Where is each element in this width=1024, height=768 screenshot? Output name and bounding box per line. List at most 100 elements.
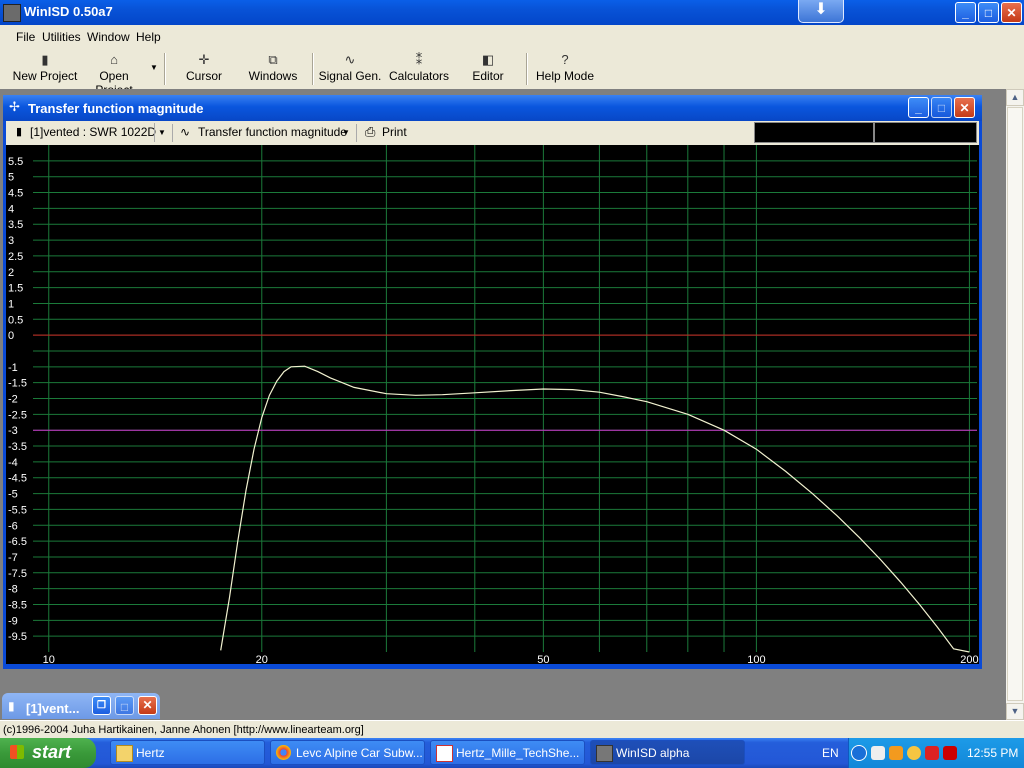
menu-bar: File Utilities Window Help (0, 25, 1024, 49)
tray-app-icon[interactable] (889, 746, 903, 760)
taskbar-item-label: WinISD alpha (616, 746, 690, 760)
minimize-button[interactable]: _ (955, 2, 976, 23)
child-maximize-button[interactable]: □ (931, 97, 952, 118)
y-tick-label: -5 (8, 489, 18, 501)
y-tick-label: -9.5 (8, 631, 27, 643)
graph-type-dropdown-icon[interactable]: ▼ (339, 123, 353, 142)
app-icon[interactable] (3, 4, 21, 22)
y-tick-label: 2.5 (8, 251, 23, 263)
menu-file[interactable]: File (16, 30, 35, 44)
start-button[interactable]: start (0, 738, 96, 768)
folder-icon (116, 745, 133, 762)
language-indicator[interactable]: EN (822, 746, 839, 760)
transfer-function-window[interactable]: ✢ Transfer function magnitude _ □ ✕ ▮ [1… (3, 95, 982, 669)
y-tick-label: -1.5 (8, 378, 27, 390)
cursor-button[interactable]: ✛ Cursor (178, 49, 230, 89)
child-close-button[interactable]: ✕ (954, 97, 975, 118)
open-project-dropdown-icon[interactable]: ▼ (150, 63, 158, 72)
cursor-label: Cursor (185, 69, 222, 83)
windows-icon: ⧉ (268, 52, 278, 67)
project-dropdown-icon[interactable]: ▼ (154, 123, 169, 142)
help-mode-label: Help Mode (535, 69, 595, 83)
scroll-thumb[interactable] (1007, 107, 1023, 701)
scroll-down-icon[interactable]: ▼ (1006, 703, 1024, 720)
x-tick-label: 50 (537, 654, 549, 664)
tray-shield-icon[interactable] (925, 746, 939, 760)
cursor-icon: ✛ (198, 52, 210, 67)
print-button[interactable]: Print (382, 125, 407, 139)
tray-b-icon[interactable] (943, 746, 957, 760)
tray-icons (851, 745, 961, 761)
toolbar-separator (526, 53, 528, 85)
menu-window[interactable]: Window (87, 30, 130, 44)
toolbar-separator (356, 124, 357, 142)
taskbar-item-browser[interactable]: Levc Alpine Car Subw... (270, 740, 425, 765)
vertical-scrollbar[interactable]: ▲ ▼ (1006, 89, 1024, 720)
y-tick-label: -1 (8, 362, 18, 374)
taskbar-item-hertz[interactable]: Hertz (110, 740, 265, 765)
y-tick-label: 1 (8, 298, 14, 310)
menu-utilities[interactable]: Utilities (42, 30, 81, 44)
y-tick-label: 4.5 (8, 188, 23, 200)
toolbar-separator (312, 53, 314, 85)
x-tick-label: 200 (960, 654, 978, 664)
y-tick-label: 2 (8, 267, 14, 279)
calculators-button[interactable]: ⁑ Calculators (388, 49, 450, 89)
maximize-button[interactable]: □ (978, 2, 999, 23)
y-tick-label: -8.5 (8, 599, 27, 611)
clock: 12:55 PM (967, 746, 1019, 760)
tray-network-icon[interactable] (907, 746, 921, 760)
scroll-up-icon[interactable]: ▲ (1006, 89, 1024, 106)
main-toolbar: ▮ New Project ⌂ Open Project ▼ ✛ Cursor … (0, 49, 602, 97)
project-icon: ▮ (16, 126, 23, 138)
open-project-button[interactable]: ⌂ Open Project (80, 49, 148, 97)
tray-expand-icon[interactable] (851, 745, 867, 761)
taskbar-item-label: Levc Alpine Car Subw... (296, 746, 423, 760)
tray-book-icon[interactable] (871, 746, 885, 760)
y-tick-label: -7.5 (8, 568, 27, 580)
taskbar-item-winisd[interactable]: WinISD alpha (590, 740, 745, 765)
y-tick-label: 0.5 (8, 314, 23, 326)
editor-button[interactable]: ◧ Editor (466, 49, 510, 89)
windows-logo-icon (10, 745, 24, 759)
y-tick-label: 3 (8, 235, 14, 247)
y-tick-label: 4 (8, 203, 14, 215)
y-tick-label: -9 (8, 615, 18, 627)
windows-label: Windows (248, 69, 298, 83)
cursor-readout-box (874, 122, 977, 143)
help-mode-button[interactable]: ? Help Mode (534, 49, 596, 89)
taskbar-item-pdf[interactable]: Hertz_Mille_TechShe... (430, 740, 585, 765)
signal-wave-icon: ∿ (180, 125, 191, 139)
close-button[interactable]: ✕ (1001, 2, 1022, 23)
toolbar-separator (172, 124, 173, 142)
signal-gen-button[interactable]: ∿ Signal Gen. (318, 49, 382, 89)
download-arrow-icon[interactable]: ⬇ (798, 0, 844, 23)
y-tick-label: -4.5 (8, 473, 27, 485)
signal-wave-icon: ∿ (344, 52, 356, 67)
y-tick-label: 3.5 (8, 219, 23, 231)
child-minimize-button[interactable]: _ (908, 97, 929, 118)
app-title-bar[interactable]: WinISD 0.50a7 ⬇ _ □ ✕ (0, 0, 1024, 25)
transfer-function-chart[interactable]: 5.5 5 4.5 4 3.5 3 2.5 2 1.5 1 0.5 0 -1 -1.5 -2 -2.5 -3 -3… (6, 145, 979, 666)
x-tick-label: 10 (43, 654, 55, 664)
winisd-icon (596, 745, 613, 762)
y-tick-label: -3.5 (8, 441, 27, 453)
help-question-icon: ? (561, 52, 569, 67)
y-tick-label: 5 (8, 172, 14, 184)
app-title: WinISD 0.50a7 (24, 4, 113, 19)
menu-help[interactable]: Help (136, 30, 161, 44)
maximize-icon[interactable]: □ (115, 696, 134, 715)
y-tick-label: -2.5 (8, 409, 27, 421)
child-title: Transfer function magnitude (28, 101, 204, 116)
project-select[interactable]: [1]vented : SWR 1022D (30, 125, 156, 139)
windows-button[interactable]: ⧉ Windows (244, 49, 302, 89)
open-project-icon: ⌂ (110, 52, 118, 67)
child-title-bar[interactable]: ✢ Transfer function magnitude _ □ ✕ (3, 95, 982, 121)
graph-type-select[interactable]: Transfer function magnitude (198, 125, 347, 139)
close-icon[interactable]: ✕ (138, 696, 157, 715)
y-tick-label: -8 (8, 584, 18, 596)
plot-area[interactable]: 5.5 5 4.5 4 3.5 3 2.5 2 1.5 1 0.5 0 -1 -1.5 -2 -2.5 -3 -3… (6, 145, 979, 666)
restore-icon[interactable]: ❐ (92, 696, 111, 715)
minimized-child-window[interactable]: ▮ [1]vent... ❐ □ ✕ (2, 693, 160, 719)
new-project-button[interactable]: ▮ New Project (12, 49, 78, 89)
